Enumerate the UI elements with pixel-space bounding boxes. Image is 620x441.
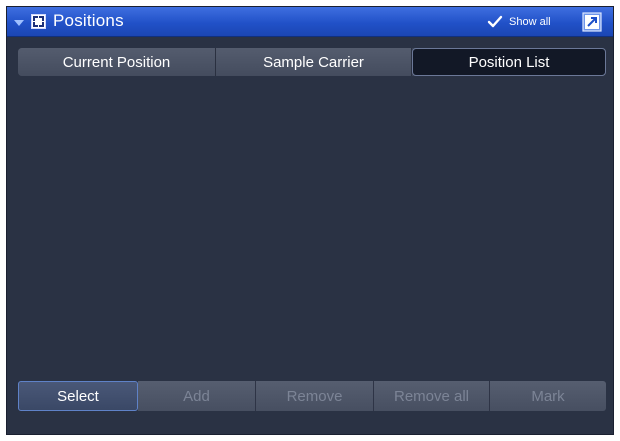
panel-title: Positions xyxy=(53,11,124,30)
undock-window-icon[interactable] xyxy=(582,12,602,32)
tab-position-list[interactable]: Position List xyxy=(412,48,606,76)
tab-sample-carrier[interactable]: Sample Carrier xyxy=(216,48,412,76)
positions-module-icon xyxy=(31,14,46,29)
tab-bar: Current Position Sample Carrier Position… xyxy=(18,48,606,76)
add-button[interactable]: Add xyxy=(138,381,256,411)
show-all-checkbox-label[interactable]: Show all xyxy=(509,16,551,28)
collapse-triangle-icon[interactable] xyxy=(13,16,25,28)
remove-button[interactable]: Remove xyxy=(256,381,374,411)
position-list-area[interactable] xyxy=(18,83,606,373)
tab-current-position[interactable]: Current Position xyxy=(18,48,216,76)
panel-title-bar: Positions Show all xyxy=(7,7,613,37)
positions-panel: Positions Show all Current Position Samp… xyxy=(6,6,614,435)
button-bar: Select Add Remove Remove all Mark xyxy=(18,381,606,411)
checkmark-icon[interactable] xyxy=(487,14,503,30)
remove-all-button[interactable]: Remove all xyxy=(374,381,490,411)
mark-button[interactable]: Mark xyxy=(490,381,606,411)
select-button[interactable]: Select xyxy=(18,381,138,411)
